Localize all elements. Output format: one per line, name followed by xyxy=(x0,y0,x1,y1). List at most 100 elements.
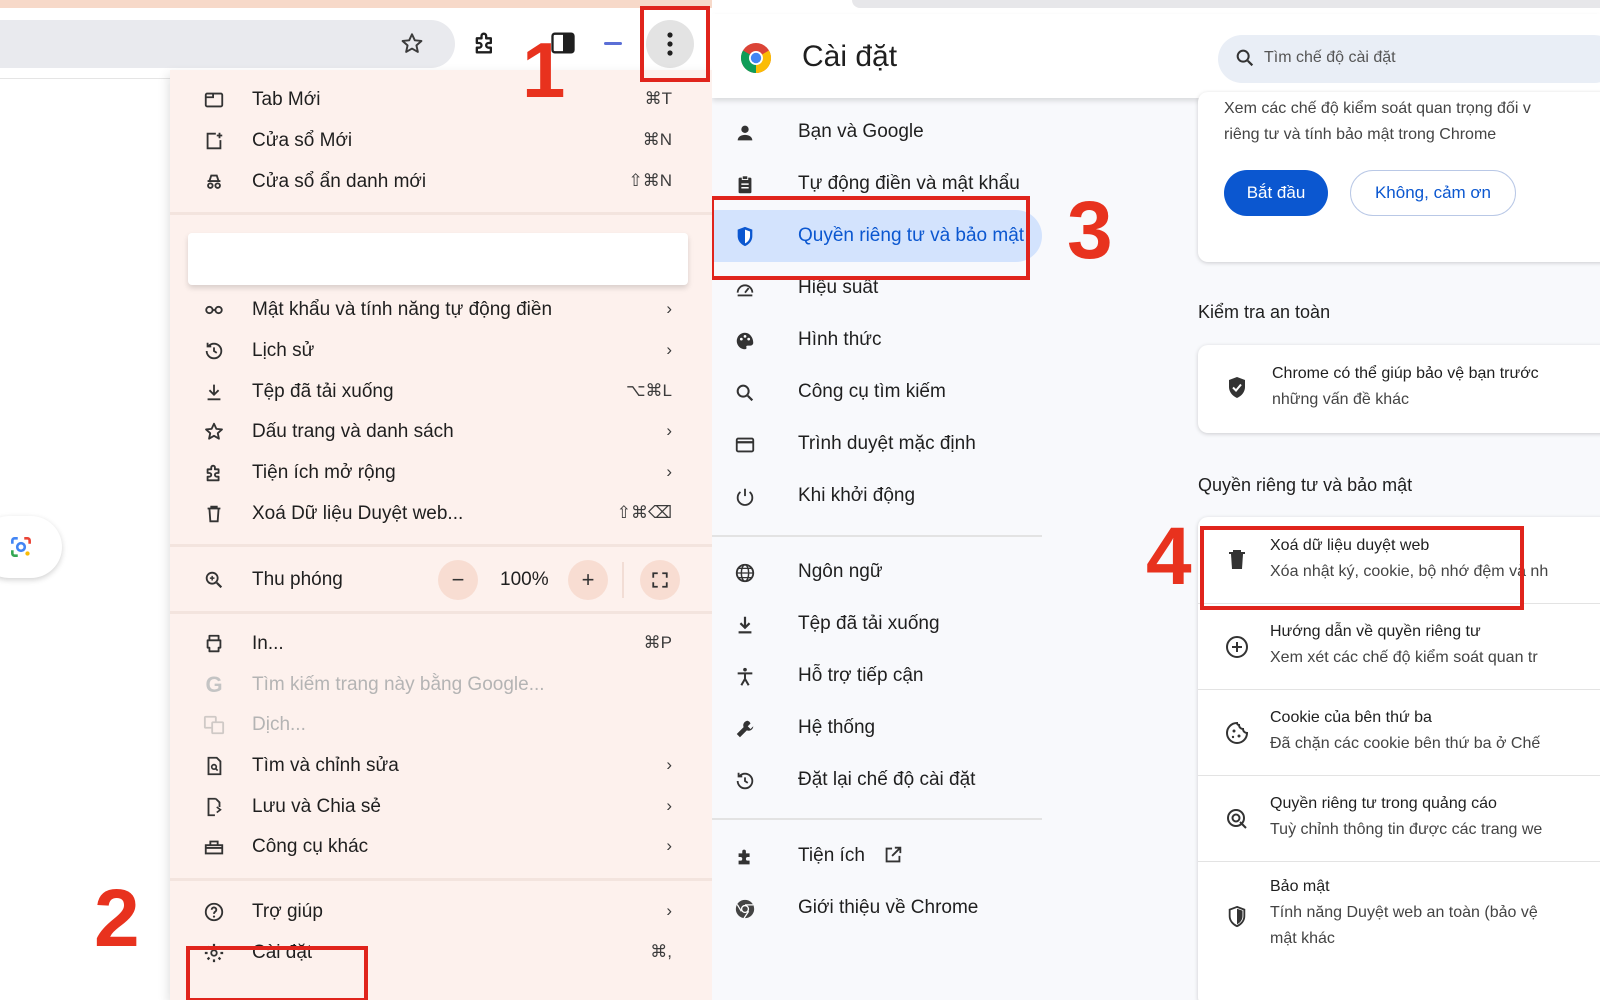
nav-item-reset[interactable]: Đặt lại chế độ cài đặt xyxy=(712,754,1042,806)
chrome-settings-screenshot: Cài đặt Tìm chế độ cài đặt Bạn và Google… xyxy=(712,0,1600,1000)
nav-item-default-browser[interactable]: Trình duyệt mặc định xyxy=(712,418,1042,470)
nav-label: Đặt lại chế độ cài đặt xyxy=(798,769,976,790)
nav-item-accessibility[interactable]: Hỗ trợ tiếp cận xyxy=(712,650,1042,702)
nav-item-about-chrome[interactable]: Giới thiệu về Chrome xyxy=(712,882,1042,934)
nav-label: Tệp đã tải xuống xyxy=(798,613,940,634)
get-started-button[interactable]: Bắt đầu xyxy=(1224,170,1328,216)
nav-label: Hình thức xyxy=(798,329,882,350)
annotation-step-1: 1 xyxy=(522,26,566,114)
menu-item-downloads[interactable]: Tệp đã tải xuống ⌥⌘L xyxy=(170,372,712,412)
chrome-logo-icon xyxy=(740,42,772,74)
profile-card[interactable] xyxy=(188,233,688,285)
nav-item-appearance[interactable]: Hình thức xyxy=(712,314,1042,366)
zoom-out-button[interactable]: − xyxy=(438,560,478,600)
annotation-box-menu-button xyxy=(640,6,710,82)
chevron-right-icon: › xyxy=(666,836,672,855)
help-icon xyxy=(202,900,226,924)
row-subtitle-line2: mật khác xyxy=(1270,930,1335,947)
no-thanks-button[interactable]: Không, cảm ơn xyxy=(1350,170,1516,216)
menu-item-label: In... xyxy=(252,633,284,654)
menu-item-label: Thu phóng xyxy=(252,569,343,590)
zoom-divider xyxy=(622,562,624,598)
menu-item-help[interactable]: Trợ giúp › xyxy=(170,892,712,932)
safety-check-card[interactable]: Chrome có thể giúp bảo vệ bạn trước nhữn… xyxy=(1198,345,1600,433)
menu-item-label: Trợ giúp xyxy=(252,901,323,922)
extensions-icon[interactable] xyxy=(470,28,500,58)
nav-item-you-and-google[interactable]: Bạn và Google xyxy=(712,106,1042,158)
nav-item-languages[interactable]: Ngôn ngữ xyxy=(712,546,1042,598)
row-subtitle: Tính năng Duyệt web an toàn (bảo vệ xyxy=(1270,904,1538,921)
menu-item-label: Tìm kiếm trang này bằng Google... xyxy=(252,674,545,695)
menu-item-label: Dịch... xyxy=(252,714,306,735)
menu-item-label: Mật khẩu và tính năng tự động điền xyxy=(252,299,553,320)
nav-label: Hỗ trợ tiếp cận xyxy=(798,665,924,686)
zoom-in-button[interactable]: + xyxy=(568,560,608,600)
page-title: Cài đặt xyxy=(802,40,898,73)
menu-item-bookmarks[interactable]: Dấu trang và danh sách › xyxy=(170,412,712,452)
fullscreen-button[interactable] xyxy=(640,560,680,600)
safety-text-line2: những vấn đề khác xyxy=(1272,391,1410,408)
safety-check-title: Kiểm tra an toàn xyxy=(1198,302,1331,322)
wrench-icon xyxy=(732,716,758,742)
nav-label: Giới thiệu về Chrome xyxy=(798,897,979,918)
nav-item-search-engine[interactable]: Công cụ tìm kiếm xyxy=(712,366,1042,418)
nav-item-on-startup[interactable]: Khi khởi động xyxy=(712,470,1042,522)
nav-label: Khi khởi động xyxy=(798,485,916,506)
annotation-box-clear-data xyxy=(1200,526,1524,610)
menu-item-find-edit[interactable]: Tìm và chỉnh sửa › xyxy=(170,746,712,786)
download-icon xyxy=(732,612,758,638)
menu-divider xyxy=(170,878,712,881)
person-icon xyxy=(732,120,758,146)
menu-item-new-window[interactable]: Cửa sổ Mới ⌘N xyxy=(170,121,712,161)
nav-label: Trình duyệt mặc định xyxy=(798,433,976,454)
chevron-right-icon: › xyxy=(666,299,672,318)
settings-search-input[interactable]: Tìm chế độ cài đặt xyxy=(1218,35,1600,83)
toolbox-icon xyxy=(202,835,226,859)
address-bar[interactable] xyxy=(0,20,455,68)
external-link-icon xyxy=(882,844,904,872)
menu-item-incognito[interactable]: Cửa sổ ẩn danh mới ⇧⌘N xyxy=(170,162,712,202)
menu-item-label: Tiện ích mở rộng xyxy=(252,462,396,483)
menu-item-new-tab[interactable]: Tab Mới ⌘T xyxy=(170,80,712,120)
menu-shortcut: ⇧⌘N xyxy=(628,171,672,190)
annotation-box-privacy-nav xyxy=(712,196,1030,280)
zoom-level: 100% xyxy=(500,569,549,590)
bookmark-star-icon[interactable] xyxy=(397,29,427,59)
row-third-party-cookies[interactable]: Cookie của bên thứ ba Đã chặn các cookie… xyxy=(1198,690,1600,775)
menu-item-label: Công cụ khác xyxy=(252,836,369,857)
tab-edge xyxy=(852,0,1600,8)
menu-item-label: Lưu và Chia sẻ xyxy=(252,796,381,817)
annotation-step-2: 2 xyxy=(94,873,140,964)
menu-divider xyxy=(170,212,712,215)
globe-icon xyxy=(732,560,758,586)
menu-item-search-with-google: G Tìm kiếm trang này bằng Google... xyxy=(170,665,712,705)
nav-item-extensions[interactable]: Tiện ích xyxy=(712,830,1042,882)
row-security[interactable]: Bảo mật Tính năng Duyệt web an toàn (bảo… xyxy=(1198,862,1600,972)
row-privacy-guide[interactable]: Hướng dẫn về quyền riêng tư Xem xét các … xyxy=(1198,604,1600,689)
menu-item-history[interactable]: Lịch sử › xyxy=(170,331,712,371)
new-tab-icon xyxy=(202,88,226,112)
nav-label: Hệ thống xyxy=(798,717,876,738)
reset-icon xyxy=(732,768,758,794)
menu-item-more-tools[interactable]: Công cụ khác › xyxy=(170,827,712,867)
menu-item-save-share[interactable]: Lưu và Chia sẻ › xyxy=(170,787,712,827)
puzzle-icon xyxy=(732,844,758,870)
menu-item-print[interactable]: In... ⌘P xyxy=(170,624,712,664)
menu-item-extensions[interactable]: Tiện ích mở rộng › xyxy=(170,453,712,493)
trash-icon xyxy=(202,502,226,526)
menu-item-clear-data[interactable]: Xoá Dữ liệu Duyệt web... ⇧⌘⌫ xyxy=(170,494,712,534)
clipboard-icon xyxy=(732,172,758,198)
row-subtitle: Xem xét các chế độ kiểm soát quan tr xyxy=(1270,649,1538,666)
row-ad-privacy[interactable]: Quyền riêng tư trong quảng cáo Tuỳ chỉnh… xyxy=(1198,776,1600,861)
nav-item-downloads[interactable]: Tệp đã tải xuống xyxy=(712,598,1042,650)
row-title: Hướng dẫn về quyền riêng tư xyxy=(1270,623,1481,640)
google-g-icon: G xyxy=(205,672,223,697)
menu-divider xyxy=(170,544,712,547)
cookie-icon xyxy=(1224,720,1250,746)
nav-label: Tiện ích xyxy=(798,845,865,866)
menu-item-passwords[interactable]: Mật khẩu và tính năng tự động điền › xyxy=(170,290,712,330)
google-lens-button[interactable] xyxy=(0,516,62,578)
nav-item-system[interactable]: Hệ thống xyxy=(712,702,1042,754)
search-placeholder: Tìm chế độ cài đặt xyxy=(1264,49,1396,66)
download-icon xyxy=(202,380,226,404)
